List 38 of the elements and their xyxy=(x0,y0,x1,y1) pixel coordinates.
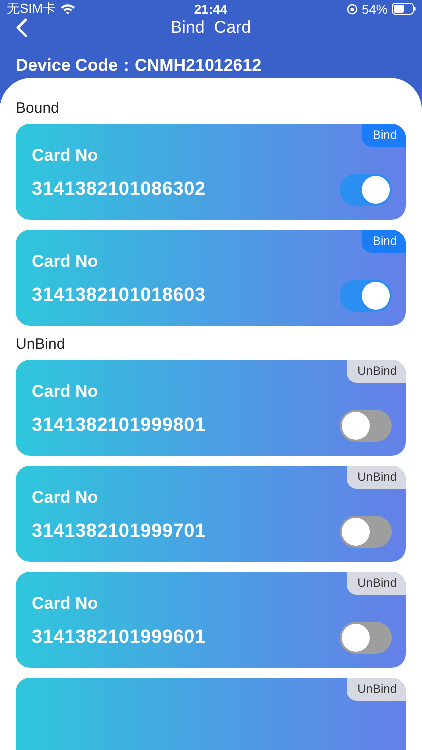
device-code-text: Device Code：CNMH21012612 xyxy=(15,55,263,77)
battery-icon xyxy=(392,3,416,15)
card-label: Card No xyxy=(32,594,100,614)
toggle-switch[interactable] xyxy=(340,280,392,312)
card-number: 3141382101018603 xyxy=(32,285,206,307)
toggle-switch[interactable] xyxy=(340,410,392,442)
status-badge: UnBind xyxy=(346,466,406,489)
status-badge: UnBind xyxy=(346,678,406,701)
battery-text: 54% xyxy=(362,2,388,16)
toggle-switch[interactable] xyxy=(340,516,392,548)
card-number: 3141382101999801 xyxy=(32,415,206,437)
card-item[interactable]: UnBind Card No 3141382101999701 xyxy=(16,466,406,562)
carrier-text: 无SIM卡 xyxy=(7,0,56,18)
toggle-switch[interactable] xyxy=(340,622,392,654)
card-number: 3141382101999701 xyxy=(32,521,206,543)
toggle-switch[interactable] xyxy=(340,174,392,206)
status-badge: Bind xyxy=(362,124,406,147)
card-item[interactable]: UnBind xyxy=(16,678,406,750)
card-label: Card No xyxy=(32,488,100,508)
card-label: Card No xyxy=(32,382,100,402)
status-badge: UnBind xyxy=(346,572,406,595)
rotation-lock-icon xyxy=(346,4,358,14)
section-heading: UnBind xyxy=(16,336,66,355)
page-title: Bind Card xyxy=(170,18,252,38)
clock-text: 21:44 xyxy=(194,2,228,16)
card-item[interactable]: Bind Card No 3141382101086302 xyxy=(16,124,406,220)
card-item[interactable]: Bind Card No 3141382101018603 xyxy=(16,230,406,326)
card-number: 3141382101086302 xyxy=(32,179,206,201)
section-heading: Bound xyxy=(16,100,60,119)
card-item[interactable]: UnBind Card No 3141382101999601 xyxy=(16,572,406,668)
status-badge: UnBind xyxy=(346,360,406,383)
card-item[interactable]: UnBind Card No 3141382101999801 xyxy=(16,360,406,456)
card-label: Card No xyxy=(32,252,100,272)
card-number: 3141382101999601 xyxy=(32,627,206,649)
card-label: Card No xyxy=(32,146,100,166)
wifi-icon xyxy=(60,3,76,15)
status-badge: Bind xyxy=(362,230,406,253)
back-icon[interactable] xyxy=(16,18,28,38)
